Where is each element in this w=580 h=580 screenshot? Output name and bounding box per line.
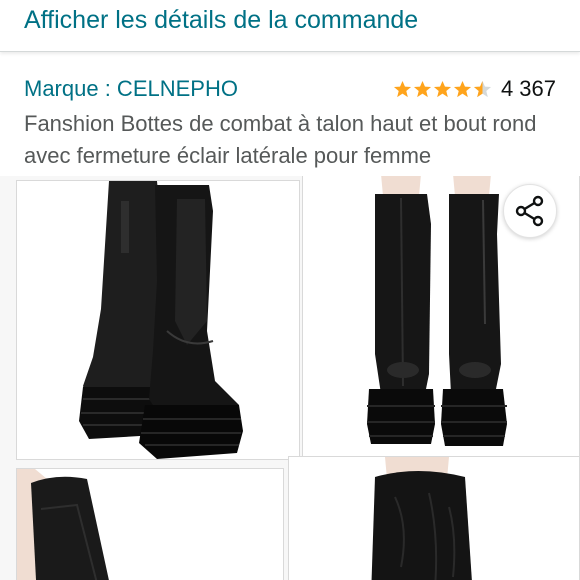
star-icon	[393, 80, 411, 97]
star-icon	[413, 80, 431, 97]
half-star-icon	[473, 80, 491, 97]
share-icon	[515, 195, 544, 227]
order-details-bar: Afficher les détails de la commande	[0, 0, 580, 52]
boot-side-detail-image[interactable]	[16, 468, 284, 580]
rating-summary[interactable]: 4 367	[393, 74, 556, 104]
star-rating[interactable]	[393, 80, 493, 99]
brand-link[interactable]: Marque : CELNEPHO	[24, 74, 238, 104]
product-info: Marque : CELNEPHO 4 367 Fanshion Bottes …	[0, 64, 580, 176]
product-image-gallery[interactable]	[0, 176, 580, 580]
share-button[interactable]	[503, 184, 557, 238]
boot-shaft-closeup-image[interactable]	[288, 456, 580, 580]
rating-count[interactable]: 4 367	[501, 74, 556, 104]
order-details-link[interactable]: Afficher les détails de la commande	[24, 4, 418, 36]
star-icon	[433, 80, 451, 97]
star-icon	[453, 80, 471, 97]
product-title: Fanshion Bottes de combat à talon haut e…	[24, 111, 537, 168]
boots-back-view-image[interactable]	[16, 180, 300, 460]
